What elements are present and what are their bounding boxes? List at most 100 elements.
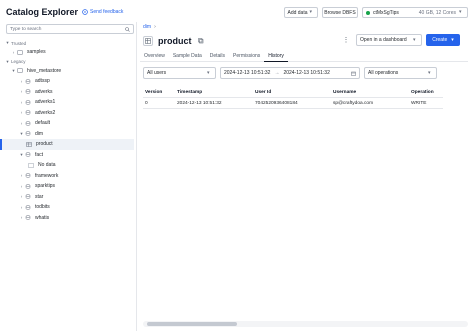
date-range-picker[interactable]: 2024-12-13 10:51:32 → 2024-12-13 10:51:3… xyxy=(220,67,360,79)
tree-item-whatis[interactable]: › whatis xyxy=(4,213,134,224)
chevron-right-icon: › xyxy=(154,24,156,30)
catalog-icon xyxy=(17,68,24,73)
tree-item-default[interactable]: › default xyxy=(4,118,134,129)
compute-info: 40 GB, 12 Cores xyxy=(418,9,456,16)
tree-item-product[interactable]: product xyxy=(0,139,134,150)
section-label: Legacy xyxy=(11,59,26,64)
schema-icon xyxy=(25,194,32,200)
schema-icon xyxy=(25,205,32,210)
history-table: Version Timestamp User Id Username Opera… xyxy=(143,87,443,109)
column-header-timestamp[interactable]: Timestamp xyxy=(175,87,253,98)
table-icon xyxy=(26,142,33,147)
open-dashboard-label: Open in a dashboard xyxy=(360,37,407,43)
breadcrumb-link[interactable]: dim xyxy=(143,24,151,30)
chevron-down-icon: ▾ xyxy=(413,36,416,43)
tree-item-label: adverks2 xyxy=(35,109,56,116)
tab-label: Overview xyxy=(144,53,165,59)
tree-item-adverks1[interactable]: › adverks1 xyxy=(4,97,134,108)
compute-selector[interactable]: ctMxSgTips 40 GB, 12 Cores ▾ xyxy=(362,7,468,18)
add-data-button[interactable]: Add data ▾ xyxy=(284,7,318,18)
copy-icon[interactable] xyxy=(197,38,204,44)
schema-icon xyxy=(25,121,32,126)
tab-history[interactable]: History xyxy=(264,51,288,62)
section-legacy[interactable]: ▾ Legacy xyxy=(4,58,134,66)
tree-item-adverks[interactable]: › adverks xyxy=(4,87,134,98)
chevron-down-icon: ▾ xyxy=(20,130,23,136)
create-label: Create xyxy=(432,37,448,43)
app-title: Catalog Explorer xyxy=(6,7,79,17)
tab-details[interactable]: Details xyxy=(206,51,229,61)
operations-filter[interactable]: All operations ▾ xyxy=(364,67,437,79)
browse-dbfs-button[interactable]: Browse DBFS xyxy=(322,7,358,18)
chevron-right-icon: › xyxy=(20,173,23,179)
horizontal-scrollbar[interactable] xyxy=(143,321,468,327)
chevron-right-icon: › xyxy=(20,78,23,84)
chevron-down-icon: ▾ xyxy=(207,69,210,76)
status-dot-icon xyxy=(366,10,370,15)
table-header-row: Version Timestamp User Id Username Opera… xyxy=(143,87,443,98)
tree-item-hive-metastore[interactable]: ▾ hive_metastore xyxy=(4,66,134,77)
tree-item-todbits[interactable]: › todbits xyxy=(4,202,134,213)
tree-item-label: No data xyxy=(38,162,56,169)
send-feedback-link[interactable]: Send feedback xyxy=(90,9,123,15)
schema-icon xyxy=(25,89,32,95)
column-header-username[interactable]: Username xyxy=(331,87,409,98)
table-row[interactable]: 0 2024-12-13 10:51:32 7042520936408184 s… xyxy=(143,98,443,109)
section-trusted[interactable]: ▾ Trusted xyxy=(4,39,134,47)
column-header-version[interactable]: Version xyxy=(143,87,175,98)
chevron-down-icon: ▾ xyxy=(6,58,9,64)
tree-item-dim[interactable]: ▾ dim xyxy=(4,129,134,140)
tree-item-adtssp[interactable]: › adtssp xyxy=(4,76,134,87)
tree-item-star[interactable]: › star xyxy=(4,192,134,203)
arrow-right-icon: → xyxy=(274,70,280,76)
tree-item-samples[interactable]: › samples xyxy=(4,47,134,58)
section-label: Trusted xyxy=(11,40,27,46)
column-header-operation[interactable]: Operation xyxy=(409,87,443,98)
catalog-tree: ▾ Trusted › samples ▾ Legacy ▾ hive_meta… xyxy=(0,39,134,224)
tree-item-adverks2[interactable]: › adverks2 xyxy=(4,108,134,119)
cell-user-id: 7042520936408184 xyxy=(255,100,298,106)
date-to[interactable]: 2024-12-13 10:51:32 xyxy=(283,70,329,76)
feedback-icon[interactable] xyxy=(82,9,88,15)
schema-icon xyxy=(25,152,32,158)
cell-timestamp: 2024-12-13 10:51:32 xyxy=(177,100,222,106)
tab-sample-data[interactable]: Sample Data xyxy=(169,51,206,61)
tree-item-fact[interactable]: ▾ fact xyxy=(4,150,134,161)
search-icon xyxy=(125,26,130,32)
cell-operation: WRITE xyxy=(411,100,427,106)
users-filter-value: All users xyxy=(147,70,167,76)
tree-item-label: hive_metastore xyxy=(27,67,62,74)
tab-bar: Overview Sample Data Details Permissions… xyxy=(140,51,468,62)
chevron-down-icon: ▾ xyxy=(309,9,313,15)
chevron-right-icon: › xyxy=(12,49,15,55)
column-header-user-id[interactable]: User Id xyxy=(253,87,331,98)
schema-icon xyxy=(25,173,32,179)
scrollbar-thumb[interactable] xyxy=(147,322,237,326)
chevron-right-icon: › xyxy=(20,120,23,126)
chevron-right-icon: › xyxy=(20,215,23,221)
table-icon xyxy=(143,36,153,46)
tree-item-sparktips[interactable]: › sparktips xyxy=(4,181,134,192)
sidebar: Type to search ▾ Trusted › samples ▾ Leg… xyxy=(0,22,137,331)
sidebar-filter[interactable]: Type to search xyxy=(6,24,134,34)
tree-item-label: fact xyxy=(35,151,44,158)
operations-filter-value: All operations xyxy=(368,70,399,76)
schema-icon xyxy=(25,100,32,105)
more-options-icon[interactable]: ⋮ xyxy=(343,37,350,45)
create-button[interactable]: Create ▾ xyxy=(426,34,460,46)
tree-item-label: default xyxy=(35,120,51,127)
schema-icon xyxy=(25,184,32,189)
tab-label: Permissions xyxy=(233,53,261,59)
users-filter[interactable]: All users ▾ xyxy=(143,67,216,79)
date-from[interactable]: 2024-12-13 10:51:32 xyxy=(224,70,270,76)
schema-icon xyxy=(25,215,32,221)
chevron-right-icon: › xyxy=(20,110,23,116)
chevron-right-icon: › xyxy=(20,99,23,105)
cell-username: sp@craftydoa.com xyxy=(333,100,374,106)
tree-item-label: star xyxy=(35,193,44,200)
open-dashboard-button[interactable]: Open in a dashboard ▾ xyxy=(356,34,422,46)
tree-item-framework[interactable]: › framework xyxy=(4,171,134,182)
tab-permissions[interactable]: Permissions xyxy=(229,51,264,61)
tab-overview[interactable]: Overview xyxy=(140,51,169,61)
chevron-down-icon: ▾ xyxy=(459,9,462,15)
